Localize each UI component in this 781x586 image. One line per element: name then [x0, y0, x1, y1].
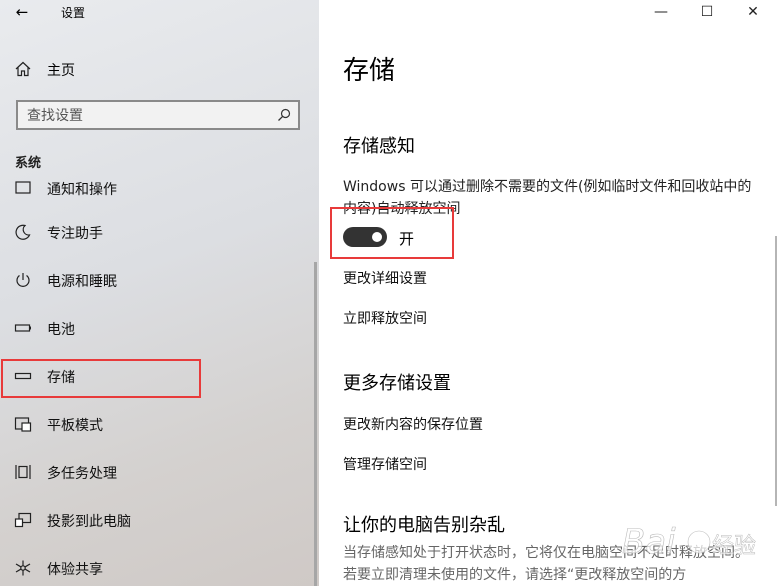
maximize-button[interactable]: ☐	[687, 0, 727, 26]
toggle-state-label: 开	[399, 230, 415, 248]
minimize-icon: —	[654, 4, 668, 20]
sidebar-item-notifications[interactable]: 通知和操作	[0, 168, 312, 208]
sidebar-item-label: 投影到此电脑	[47, 514, 131, 530]
sidebar-item-label: 存储	[47, 370, 75, 386]
notification-icon	[15, 181, 31, 194]
sidebar-item-power-sleep[interactable]: 电源和睡眠	[0, 260, 312, 300]
sidebar-item-tablet-mode[interactable]: 平板模式	[0, 404, 312, 444]
share-icon	[15, 560, 31, 576]
declutter-header: 让你的电脑告别杂乱	[343, 515, 505, 536]
storage-icon	[14, 372, 32, 380]
search-icon[interactable]	[276, 107, 292, 123]
home-icon	[15, 61, 31, 77]
sidebar-item-label: 体验共享	[47, 562, 103, 578]
sidebar-item-label: 电源和睡眠	[47, 274, 117, 290]
titlebar-left: ← 设置	[0, 0, 319, 26]
window-controls: — ☐ ✕	[641, 0, 781, 26]
storage-sense-toggle[interactable]	[343, 227, 387, 247]
sidebar-item-battery[interactable]: 电池	[0, 308, 312, 348]
sidebar-item-label: 多任务处理	[47, 466, 117, 482]
change-settings-link[interactable]: 更改详细设置	[343, 268, 427, 288]
power-icon	[16, 273, 30, 287]
sidebar-item-label: 主页	[47, 63, 75, 79]
sidebar-item-multitasking[interactable]: 多任务处理	[0, 452, 312, 492]
tablet-mode-icon	[14, 417, 32, 432]
baidu-jingyan-watermark: Bai 经验	[622, 522, 757, 563]
sidebar: ← 设置 主页 系统 通知和操作 专注助手	[0, 0, 319, 586]
sidebar-scrollbar[interactable]	[314, 262, 317, 586]
sidebar-item-projecting[interactable]: 投影到此电脑	[0, 500, 312, 540]
moon-icon	[15, 224, 31, 240]
content-pane: — ☐ ✕ 存储 存储感知 Windows 可以通过删除不需要的文件(例如临时文…	[319, 0, 781, 586]
minimize-button[interactable]: —	[641, 0, 681, 26]
sidebar-nav-list: 通知和操作 专注助手 电源和睡眠 电池 存储 平板模式 多任务处理 投影到此电脑…	[0, 162, 319, 586]
free-space-now-link[interactable]: 立即释放空间	[343, 308, 427, 328]
svg-text:Bai: Bai	[622, 522, 676, 562]
close-button[interactable]: ✕	[733, 0, 773, 26]
sidebar-item-home[interactable]: 主页	[0, 56, 319, 84]
page-title: 存储	[343, 56, 396, 86]
storage-sense-toggle-row: 开	[343, 226, 543, 250]
storage-sense-description: Windows 可以通过删除不需要的文件(例如临时文件和回收站中的内容)自动释放…	[343, 179, 752, 217]
change-save-location-link[interactable]: 更改新内容的保存位置	[343, 414, 483, 434]
sidebar-item-label: 专注助手	[47, 226, 103, 242]
projecting-icon	[14, 512, 32, 528]
sidebar-item-label: 电池	[47, 322, 75, 338]
sidebar-item-label: 通知和操作	[47, 182, 117, 198]
sidebar-item-storage[interactable]: 存储	[0, 356, 312, 396]
sidebar-item-shared-experiences[interactable]: 体验共享	[0, 548, 312, 586]
more-storage-settings-header: 更多存储设置	[343, 373, 451, 394]
multitasking-icon	[15, 465, 31, 479]
back-button[interactable]: ←	[10, 2, 34, 22]
close-icon: ✕	[747, 4, 759, 20]
search-input[interactable]	[18, 102, 269, 130]
sidebar-item-focus-assist[interactable]: 专注助手	[0, 212, 312, 252]
window-title: 设置	[61, 6, 86, 20]
toggle-knob	[372, 232, 382, 242]
storage-sense-header: 存储感知	[343, 136, 415, 157]
maximize-icon: ☐	[700, 4, 714, 20]
sidebar-item-label: 平板模式	[47, 418, 103, 434]
watermark-text: 经验	[712, 534, 756, 559]
search-box	[16, 100, 300, 130]
content-scrollbar[interactable]	[775, 236, 777, 506]
manage-storage-spaces-link[interactable]: 管理存储空间	[343, 454, 427, 474]
back-arrow-icon: ←	[15, 3, 29, 21]
battery-icon	[14, 324, 31, 332]
